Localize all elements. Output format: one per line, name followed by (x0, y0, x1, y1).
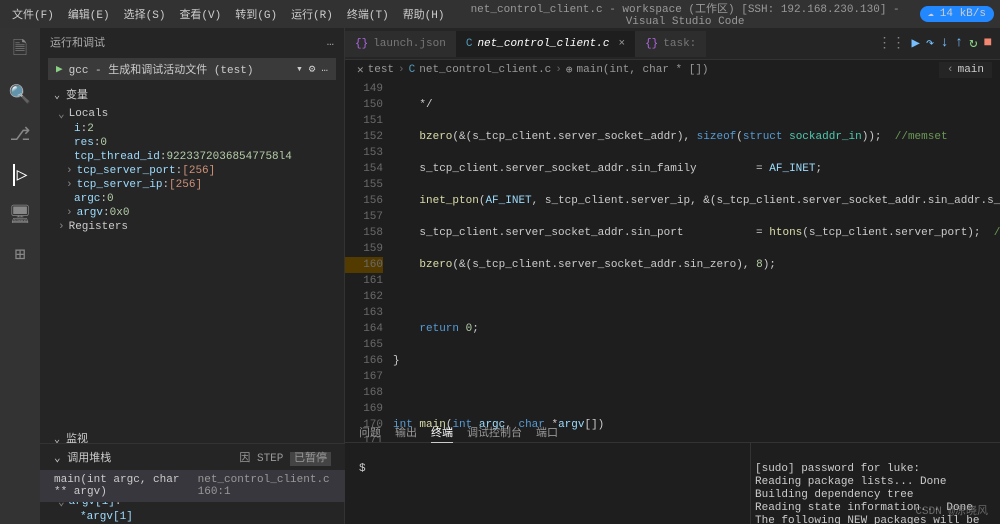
search-icon[interactable]: 🔍 (9, 84, 31, 106)
call-stack: ⌄ 调用堆栈因 STEP 已暂停 main(int argc, char ** … (40, 443, 345, 502)
menu-bar: 文件(F) 编辑(E) 选择(S) 查看(V) 转到(G) 运行(R) 终端(T… (6, 3, 451, 25)
close-icon[interactable]: × (618, 38, 625, 50)
explorer-icon[interactable]: 🗎 (13, 36, 27, 66)
title-bar: 文件(F) 编辑(E) 选择(S) 查看(V) 转到(G) 运行(R) 终端(T… (0, 0, 1000, 28)
editor-area: {}launch.json Cnet_control_client.c× {}t… (345, 28, 1000, 524)
outline-crumb[interactable]: ‹main (939, 62, 992, 78)
menu-help[interactable]: 帮助(H) (397, 3, 451, 25)
vars-section[interactable]: ⌄ 变量 (40, 82, 344, 106)
code-lines[interactable]: */ bzero(&(s_tcp_client.server_socket_ad… (393, 80, 1000, 442)
watermark: CSDN @凉晓风 (915, 502, 988, 518)
breadcrumb[interactable]: ✕test› Cnet_control_client.c› ⊕main(int,… (345, 60, 1000, 80)
var-argc: argc: 0 (58, 192, 326, 206)
menu-edit[interactable]: 编辑(E) (62, 3, 116, 25)
watch-item[interactable]: *argv[1] (58, 510, 326, 524)
var-tcp-thread-id: tcp_thread_id: 92233720368547758l4 (58, 150, 326, 164)
var-tcp-server-ip[interactable]: ›tcp_server_ip: [256] (58, 178, 326, 192)
activity-bar: 🗎 🔍 ⎇ ▷ 🖥 ⊞ (0, 28, 40, 524)
terminal-panel[interactable]: $ [sudo] password for luke:Reading packa… (345, 442, 1000, 524)
step-over-icon[interactable]: ↷ (926, 35, 934, 52)
locals-header[interactable]: ⌄Locals (58, 106, 326, 122)
editor-tabs: {}launch.json Cnet_control_client.c× {}t… (345, 28, 1000, 60)
debug-toolbar: ⋮⋮ ▶ ↷ ↓ ↑ ↻ ■ (869, 35, 1000, 52)
gear-icon[interactable]: ⚙ (309, 62, 316, 76)
var-res: res: 0 (58, 136, 326, 150)
step-into-icon[interactable]: ↓ (940, 35, 948, 52)
extensions-icon[interactable]: ⊞ (15, 244, 26, 266)
tab-ports[interactable]: 端口 (536, 424, 558, 443)
debug-config[interactable]: ▶ gcc - 生成和调试活动文件 (test) ▾ ⚙ … (48, 58, 336, 80)
more-icon[interactable]: … (321, 63, 328, 75)
scm-icon[interactable]: ⎇ (10, 124, 31, 146)
var-tcp-server-port[interactable]: ›tcp_server_port: [256] (58, 164, 326, 178)
tab-launch[interactable]: {}launch.json (345, 31, 456, 57)
network-badge: ☁ 14 kB/s (920, 6, 994, 22)
tab-terminal[interactable]: 终端 (431, 424, 453, 443)
run-debug-icon[interactable]: ▷ (13, 164, 28, 186)
menu-terminal[interactable]: 终端(T) (341, 3, 395, 25)
continue-icon[interactable]: ▶ (911, 35, 919, 52)
stop-icon[interactable]: ■ (984, 35, 992, 52)
step-out-icon[interactable]: ↑ (955, 35, 963, 52)
menu-goto[interactable]: 转到(G) (229, 3, 283, 25)
window-title: net_control_client.c - workspace (工作区) [… (451, 0, 920, 28)
menu-run[interactable]: 运行(R) (285, 3, 339, 25)
sidebar-more-icon[interactable]: … (327, 35, 334, 49)
tab-output[interactable]: 输出 (395, 424, 417, 443)
menu-view[interactable]: 查看(V) (173, 3, 227, 25)
start-debug-icon[interactable]: ▶ (56, 62, 63, 76)
remote-icon[interactable]: 🖥 (9, 204, 32, 226)
menu-file[interactable]: 文件(F) (6, 3, 60, 25)
var-i: i: 2 (58, 122, 326, 136)
restart-icon[interactable]: ↻ (969, 35, 977, 52)
panel-tabs: 问题 输出 终端 调试控制台 端口 (345, 419, 572, 448)
tab-main-file[interactable]: Cnet_control_client.c× (456, 31, 635, 57)
line-gutter: 1491501511521531541551561571581591601611… (345, 80, 393, 442)
stack-frame[interactable]: main(int argc, char ** argv)net_control_… (40, 470, 345, 502)
tab-problems[interactable]: 问题 (359, 424, 381, 443)
sidebar-title: 运行和调试 (50, 34, 105, 50)
var-argv[interactable]: ›argv: 0x0 (58, 206, 326, 220)
tab-task[interactable]: {}task: (635, 31, 706, 57)
code-editor[interactable]: 1491501511521531541551561571581591601611… (345, 80, 1000, 442)
tab-debug-console[interactable]: 调试控制台 (467, 424, 522, 443)
drag-handle-icon[interactable]: ⋮⋮ (877, 35, 905, 52)
menu-select[interactable]: 选择(S) (118, 3, 172, 25)
registers-header[interactable]: ›Registers (58, 220, 326, 234)
